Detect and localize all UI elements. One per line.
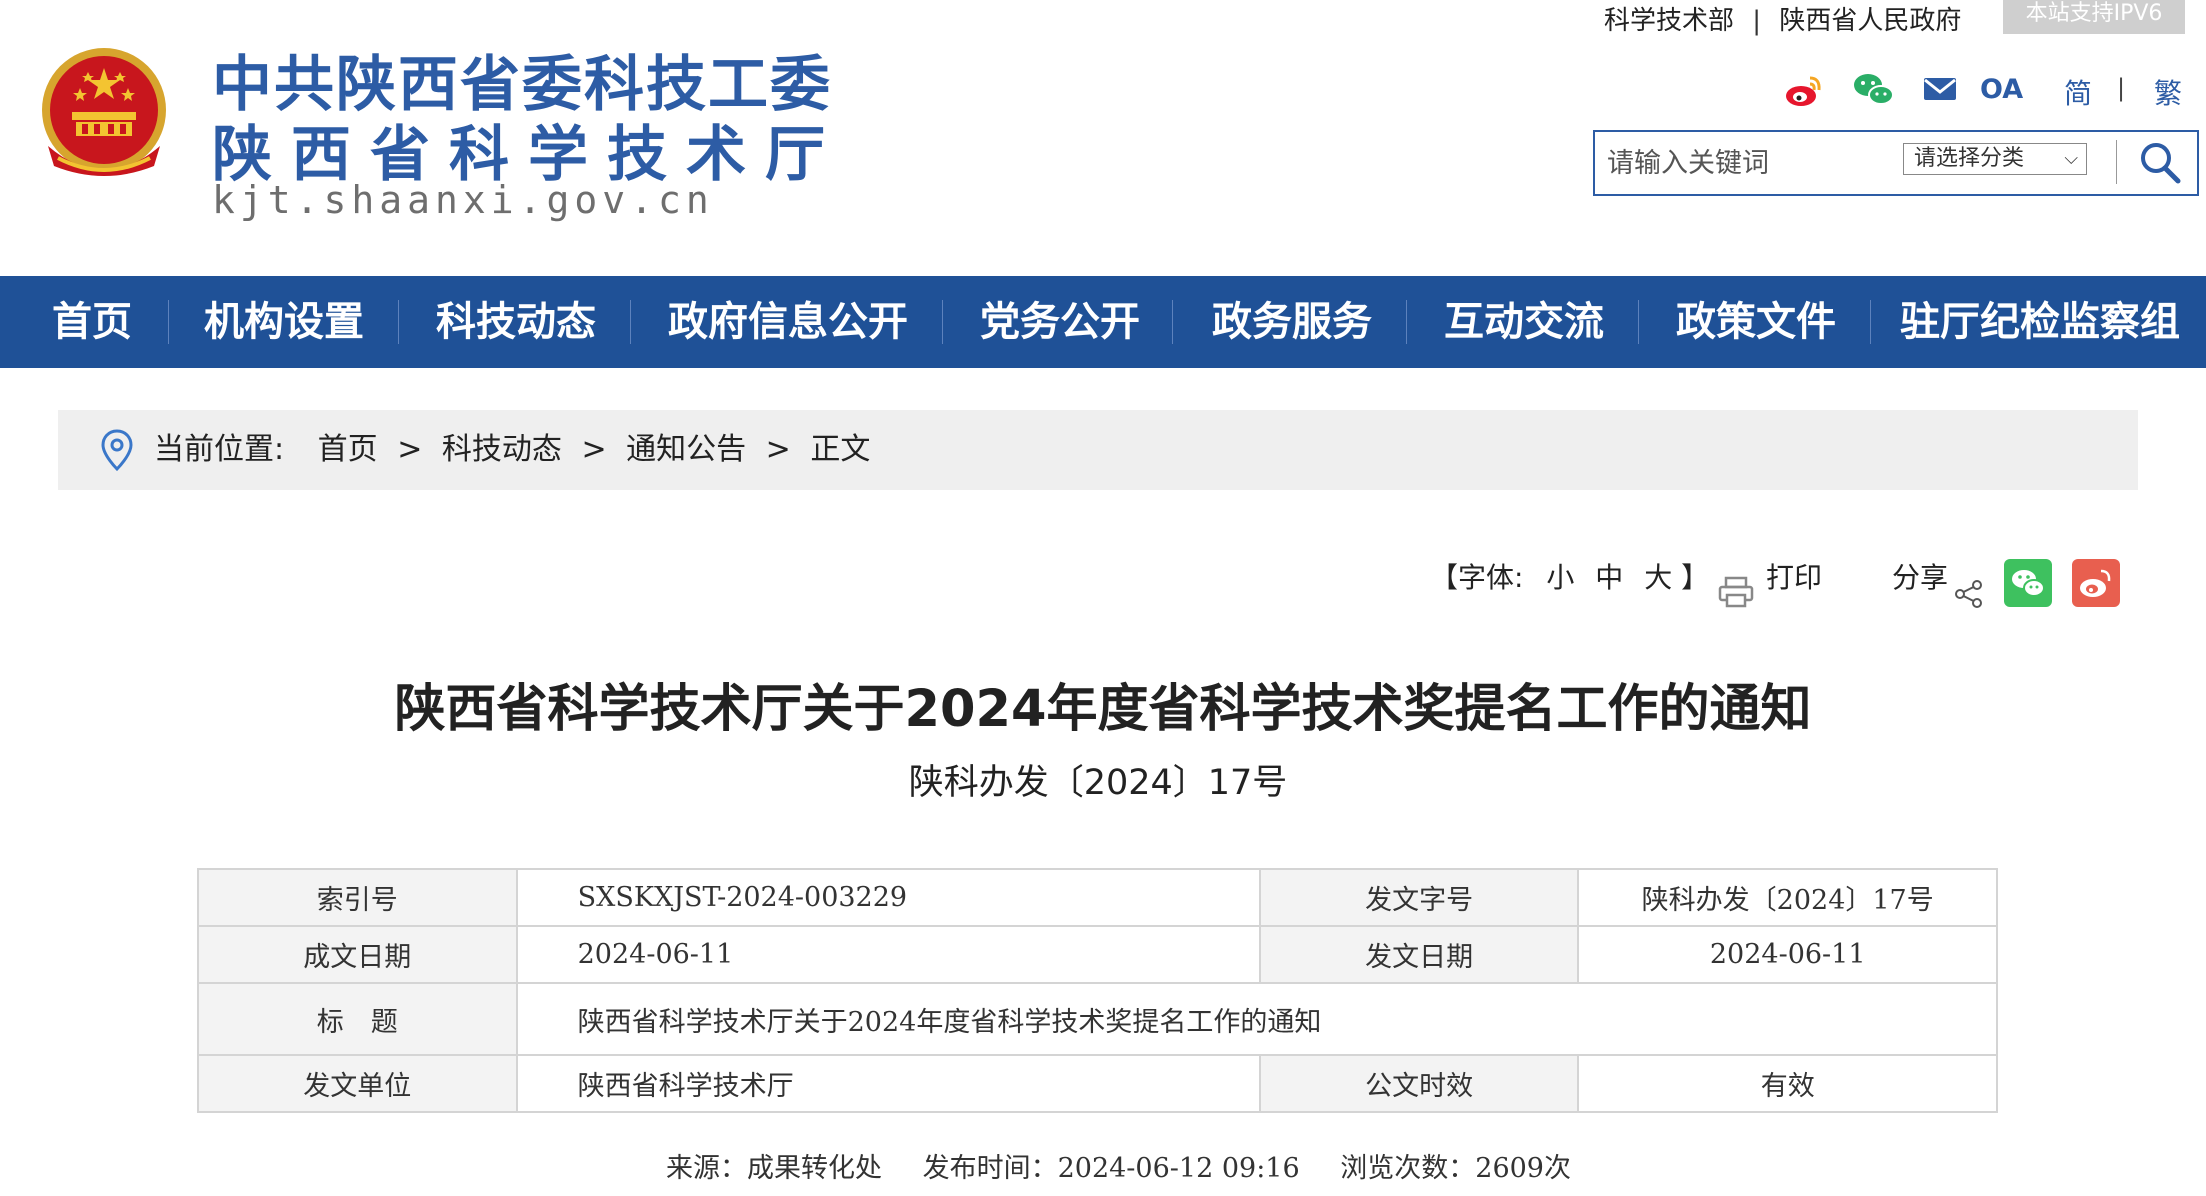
title-label: 标 题 (197, 982, 518, 1056)
category-select-label: 请选择分类 (1914, 146, 2025, 171)
nav-item-interaction[interactable]: 互动交流 (1444, 276, 1604, 368)
nav-separator (942, 300, 943, 344)
chevron-down-icon: ⌵ (2064, 148, 2078, 169)
category-select[interactable]: 请选择分类 ⌵ (1903, 143, 2087, 175)
lang-simplified[interactable]: 简 (2064, 72, 2092, 112)
issuer-label: 发文单位 (197, 1054, 518, 1113)
print-button[interactable]: 打印 (1766, 548, 1822, 608)
oa-icon[interactable]: OA (1980, 74, 2023, 105)
breadcrumb-separator: > (397, 432, 423, 467)
document-meta-table: 索引号 SXSKXJST-2024-003229 发文字号 陕科办发〔2024〕… (197, 868, 1999, 1113)
created-date-label: 成文日期 (197, 925, 518, 984)
share-label: 分享 (1892, 561, 1949, 594)
nav-item-gov-info[interactable]: 政府信息公开 (668, 276, 908, 368)
search-divider (2116, 140, 2117, 184)
font-size-large[interactable]: 大 (1644, 561, 1672, 594)
main-nav: 首页 机构设置 科技动态 政府信息公开 党务公开 政务服务 互动交流 政策文件 … (0, 276, 2206, 368)
validity-label: 公文时效 (1258, 1054, 1580, 1113)
nav-separator (1870, 300, 1871, 344)
ipv6-badge: 本站支持IPV6 (2003, 0, 2185, 34)
nav-item-policy-docs[interactable]: 政策文件 (1676, 276, 1836, 368)
site-domain: kjt.shaanxi.gov.cn (212, 178, 714, 222)
breadcrumb-text: 当前位置: 首页 > 科技动态 > 通知公告 > 正文 (154, 410, 870, 490)
table-row: 成文日期 2024-06-11 发文日期 2024-06-11 (197, 925, 1998, 984)
table-row: 标 题 陕西省科学技术厅关于2024年度省科学技术奖提名工作的通知 (197, 982, 1999, 1056)
top-links: 科学技术部 | 陕西省人民政府 (1604, 0, 1961, 36)
breadcrumb: 当前位置: 首页 > 科技动态 > 通知公告 > 正文 (58, 410, 2138, 490)
font-size-suffix: 】 (1681, 561, 1710, 594)
print-icon[interactable] (1718, 562, 1754, 622)
title-value: 陕西省科学技术厅关于2024年度省科学技术奖提名工作的通知 (515, 982, 1999, 1056)
share-wechat-icon[interactable] (2004, 553, 2052, 613)
breadcrumb-prefix: 当前位置: (154, 432, 285, 467)
nav-item-home[interactable]: 首页 (52, 276, 132, 368)
source-text: 来源：成果转化处 (666, 1153, 882, 1184)
nav-separator (1638, 300, 1639, 344)
nav-separator (1172, 300, 1173, 344)
wechat-icon[interactable] (1852, 70, 1896, 110)
created-date-value: 2024-06-11 (515, 925, 1261, 984)
article-title: 陕西省科学技术厅关于2024年度省科学技术奖提名工作的通知 (394, 680, 1812, 739)
issued-date-value: 2024-06-11 (1577, 925, 1998, 984)
nav-item-organization[interactable]: 机构设置 (204, 276, 364, 368)
search-box: 请选择分类 ⌵ (1593, 130, 2199, 196)
weibo-icon[interactable] (1784, 70, 1824, 110)
share-icon[interactable] (1954, 564, 1984, 624)
breadcrumb-item-current: 正文 (810, 432, 871, 467)
location-pin-icon (101, 429, 133, 471)
top-link-shaanxi-gov[interactable]: 陕西省人民政府 (1779, 0, 1961, 37)
mail-icon[interactable] (1922, 70, 1958, 110)
nav-separator (630, 300, 631, 344)
breadcrumb-separator: > (765, 432, 791, 467)
share-weibo-icon[interactable] (2072, 553, 2120, 613)
breadcrumb-item-notices[interactable]: 通知公告 (626, 410, 746, 490)
view-count-text: 浏览次数：2609次 (1340, 1153, 1571, 1184)
font-size-prefix: 【字体: (1430, 561, 1524, 594)
index-value: SXSKXJST-2024-003229 (515, 868, 1261, 927)
nav-item-party-affairs[interactable]: 党务公开 (980, 276, 1140, 368)
nav-item-discipline-inspection[interactable]: 驻厅纪检监察组 (1900, 276, 2180, 368)
nav-separator (1406, 300, 1407, 344)
top-link-most[interactable]: 科学技术部 (1604, 0, 1734, 37)
lang-traditional[interactable]: 繁 (2154, 72, 2182, 112)
validity-value: 有效 (1577, 1054, 1998, 1113)
breadcrumb-item-home[interactable]: 首页 (318, 410, 378, 490)
top-link-separator: | (1752, 6, 1762, 36)
lang-separator: | (2117, 74, 2126, 102)
table-row: 发文单位 陕西省科学技术厅 公文时效 有效 (197, 1054, 1998, 1113)
docno-label: 发文字号 (1258, 868, 1580, 927)
breadcrumb-item-tech-news[interactable]: 科技动态 (442, 410, 562, 490)
nav-separator (398, 300, 399, 344)
article-footer-meta: 来源：成果转化处 发布时间：2024-06-12 09:16 浏览次数：2609… (666, 1146, 1603, 1185)
search-input[interactable] (1605, 138, 1869, 188)
index-label: 索引号 (197, 868, 518, 927)
national-emblem-logo (42, 48, 166, 176)
search-icon[interactable] (2132, 136, 2188, 190)
article-doc-number: 陕科办发〔2024〕17号 (908, 763, 1288, 803)
docno-value: 陕科办发〔2024〕17号 (1577, 868, 1998, 927)
publish-time-text: 发布时间：2024-06-12 09:16 (922, 1153, 1300, 1184)
issued-date-label: 发文日期 (1258, 925, 1580, 984)
breadcrumb-separator: > (581, 432, 607, 467)
table-row: 索引号 SXSKXJST-2024-003229 发文字号 陕科办发〔2024〕… (197, 868, 1998, 927)
nav-item-tech-news[interactable]: 科技动态 (436, 276, 596, 368)
nav-separator (168, 300, 169, 344)
issuer-value: 陕西省科学技术厅 (515, 1054, 1261, 1113)
font-size-small[interactable]: 小 (1546, 561, 1574, 594)
site-header: 中共陕西省委科技工委 陕西省科学技术厅 kjt.shaanxi.gov.cn 科… (0, 0, 2206, 276)
nav-item-gov-services[interactable]: 政务服务 (1212, 276, 1372, 368)
font-size-switcher: 【字体: 小 中 大 】 (1430, 548, 1709, 608)
font-size-medium[interactable]: 中 (1595, 561, 1623, 594)
